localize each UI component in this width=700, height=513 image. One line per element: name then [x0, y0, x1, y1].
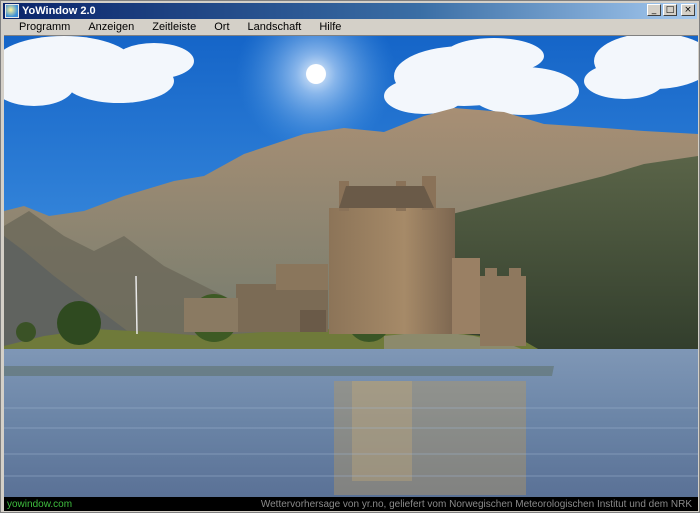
menu-bar: Programm Anzeigen Zeitleiste Ort Landsch… [3, 19, 697, 35]
menu-landschaft[interactable]: Landschaft [239, 21, 311, 33]
tree [57, 301, 101, 345]
menu-hilfe[interactable]: Hilfe [310, 21, 350, 33]
menu-programm[interactable]: Programm [3, 21, 79, 33]
menu-zeitleiste[interactable]: Zeitleiste [143, 21, 205, 33]
maximize-button[interactable]: □ [663, 4, 677, 16]
sun-icon [306, 64, 326, 84]
island-reflection [4, 366, 554, 376]
tree [16, 322, 36, 342]
site-link[interactable]: yowindow.com [4, 499, 72, 510]
weather-scene[interactable] [4, 35, 698, 498]
menu-anzeigen[interactable]: Anzeigen [79, 21, 143, 33]
flag-pole [135, 275, 138, 335]
landscape-illustration [4, 36, 698, 498]
app-window: YoWindow 2.0 _ □ × Programm Anzeigen Zei… [0, 0, 700, 513]
window-controls: _ □ × [647, 4, 695, 16]
castle-reflection-highlight [352, 381, 412, 481]
status-bar: yowindow.com Wettervorhersage von yr.no,… [4, 497, 698, 511]
app-icon[interactable] [5, 4, 19, 18]
minimize-button[interactable]: _ [647, 4, 661, 16]
window-title: YoWindow 2.0 [22, 5, 96, 17]
close-button[interactable]: × [681, 4, 695, 16]
menu-ort[interactable]: Ort [205, 21, 238, 33]
forecast-credit[interactable]: Wettervorhersage von yr.no, geliefert vo… [261, 499, 698, 510]
title-bar[interactable]: YoWindow 2.0 _ □ × [3, 3, 697, 19]
